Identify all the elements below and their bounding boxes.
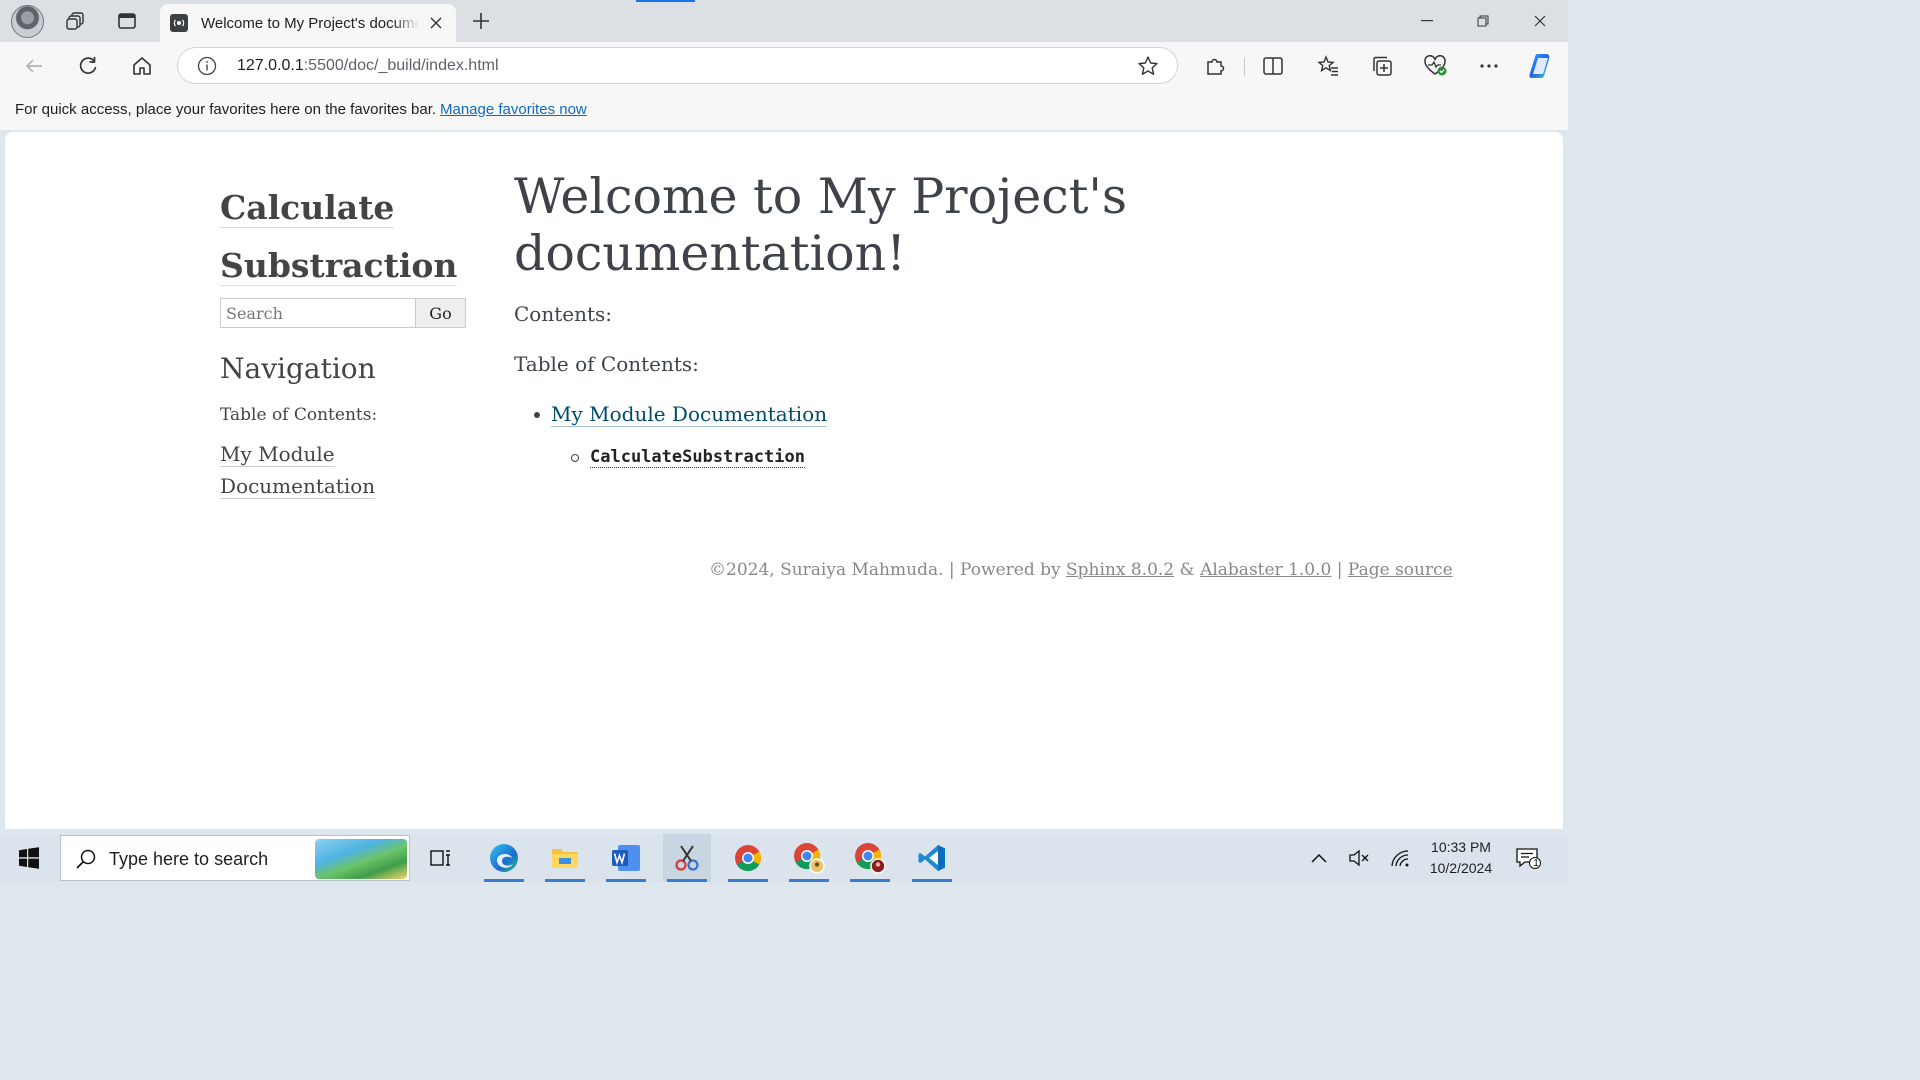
favorites-bar-message: For quick access, place your favorites h… <box>15 101 437 118</box>
tab-actions-icon[interactable] <box>111 5 143 37</box>
back-icon[interactable] <box>18 50 50 82</box>
footer-copyright: ©2024, Suraiya Mahmuda. <box>709 560 944 580</box>
search-form: Go <box>220 298 466 328</box>
clock-time: 10:33 PM <box>1431 839 1491 855</box>
search-input[interactable] <box>220 298 416 328</box>
sidebar-toc-caption: Table of Contents: <box>220 405 378 425</box>
split-screen-icon[interactable] <box>1257 50 1289 82</box>
toc-link[interactable]: My Module Documentation <box>551 402 828 427</box>
taskbar-search-placeholder: Type here to search <box>109 849 269 869</box>
navigation-heading: Navigation <box>220 352 376 385</box>
footer-powered-by: Powered by <box>960 560 1061 580</box>
project-title-link[interactable]: Calculate Substraction <box>220 188 458 286</box>
page-title: Welcome to My Project's documentation! <box>514 168 1128 282</box>
volume-muted-icon[interactable] <box>1344 834 1374 882</box>
word-app-icon[interactable] <box>602 834 650 882</box>
sidebar-toc-item: My Module Documentation <box>220 439 390 503</box>
notification-count: 1 <box>1533 858 1539 869</box>
taskbar: Type here to search 10:33 PM 10/2/2024 1 <box>0 834 1568 882</box>
file-explorer-icon[interactable] <box>541 834 589 882</box>
favorite-star-icon[interactable] <box>1137 55 1159 82</box>
favorites-bar: For quick access, place your favorites h… <box>0 90 1568 130</box>
close-window-icon[interactable] <box>1512 0 1568 42</box>
new-tab-icon[interactable] <box>465 5 497 37</box>
main-content: Welcome to My Project's documentation! C… <box>514 168 1214 468</box>
network-icon[interactable] <box>1385 834 1415 882</box>
system-clock[interactable]: 10:33 PM 10/2/2024 <box>1418 837 1504 879</box>
bullet-icon <box>534 411 540 418</box>
circle-bullet-icon <box>571 453 579 462</box>
more-options-icon[interactable] <box>1473 50 1505 82</box>
vscode-app-icon[interactable] <box>908 834 956 882</box>
footer-separator: | <box>948 560 955 580</box>
footer-amp: & <box>1179 560 1195 580</box>
copilot-icon[interactable] <box>1524 50 1556 82</box>
sidebar-toc-link[interactable]: My Module Documentation <box>220 442 376 499</box>
snipping-tool-icon[interactable] <box>663 834 711 882</box>
address-url[interactable]: 127.0.0.1:5500/doc/_build/index.html <box>237 57 499 75</box>
toc-subitem: CalculateSubstraction <box>571 447 805 468</box>
taskbar-search[interactable]: Type here to search <box>60 835 410 881</box>
tab-strip-accent <box>636 0 695 2</box>
address-bar[interactable]: 127.0.0.1:5500/doc/_build/index.html <box>177 47 1178 84</box>
footer-separator: | <box>1336 560 1343 580</box>
browser-toolbar: 127.0.0.1:5500/doc/_build/index.html <box>0 42 1568 90</box>
site-favicon-icon <box>170 14 188 32</box>
page-footer: ©2024, Suraiya Mahmuda. | Powered by Sph… <box>709 560 1453 580</box>
refresh-icon[interactable] <box>72 50 104 82</box>
chrome-app-icon[interactable] <box>724 834 772 882</box>
toc-sub-link[interactable]: CalculateSubstraction <box>590 447 805 468</box>
tab-title: Welcome to My Project's documentation! <box>201 14 419 32</box>
browser-essentials-icon[interactable] <box>1420 50 1452 82</box>
search-go-button[interactable]: Go <box>416 298 466 328</box>
sidebar: Calculate Substraction Go Navigation Tab… <box>220 182 470 499</box>
toc-item: My Module Documentation <box>534 402 828 427</box>
chrome-profile-2-icon[interactable] <box>846 834 894 882</box>
notifications-icon[interactable]: 1 <box>1512 834 1544 882</box>
alabaster-link[interactable]: Alabaster 1.0.0 <box>1200 560 1331 580</box>
close-tab-icon[interactable] <box>426 13 446 33</box>
favorites-icon[interactable] <box>1312 50 1344 82</box>
collections-icon[interactable] <box>1366 50 1398 82</box>
tab-strip: Welcome to My Project's documentation! <box>0 0 1568 42</box>
toc-caption: Table of Contents: <box>514 352 699 376</box>
project-logo: Calculate Substraction <box>220 182 470 298</box>
page-source-link[interactable]: Page source <box>1348 560 1453 580</box>
profile-avatar[interactable] <box>11 5 44 38</box>
contents-label: Contents: <box>514 302 613 326</box>
edge-app-icon[interactable] <box>480 834 528 882</box>
search-icon <box>75 848 97 875</box>
site-info-icon[interactable] <box>197 56 217 81</box>
minimize-icon[interactable] <box>1399 0 1455 42</box>
restore-icon[interactable] <box>1455 0 1511 42</box>
windows-start-icon[interactable] <box>0 834 58 882</box>
chrome-profile-icon[interactable] <box>785 834 833 882</box>
page-viewport: Calculate Substraction Go Navigation Tab… <box>5 132 1563 829</box>
show-hidden-icons-icon[interactable] <box>1304 834 1334 882</box>
clock-date: 10/2/2024 <box>1429 860 1493 876</box>
home-icon[interactable] <box>126 50 158 82</box>
toolbar-separator <box>1244 58 1245 76</box>
task-view-icon[interactable] <box>417 834 465 882</box>
manage-favorites-link[interactable]: Manage favorites now <box>440 101 587 118</box>
sphinx-link[interactable]: Sphinx 8.0.2 <box>1066 560 1174 580</box>
extensions-icon[interactable] <box>1199 50 1231 82</box>
search-highlight-image <box>315 839 407 879</box>
workspaces-icon[interactable] <box>60 5 92 37</box>
tab-active[interactable]: Welcome to My Project's documentation! <box>160 4 456 42</box>
